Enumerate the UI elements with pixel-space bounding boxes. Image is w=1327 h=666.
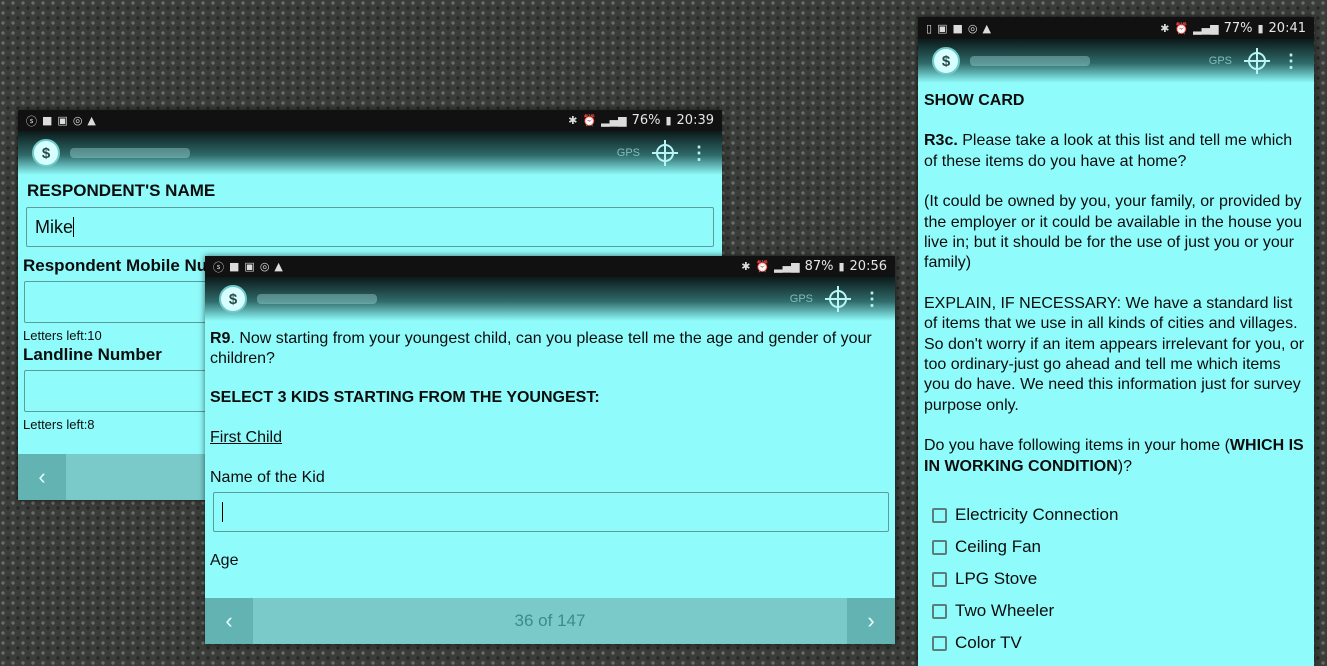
signal-icon: ▂▄▆	[774, 260, 800, 273]
app-bar: $ GPS ⋮	[205, 277, 895, 321]
items-checklist: Electricity Connection Ceiling Fan LPG S…	[932, 499, 1309, 659]
prompt-suffix: )?	[1117, 457, 1132, 475]
gps-crosshair-icon[interactable]	[825, 286, 851, 312]
status-bar: ⓢ ■ ▣ ◎ ▲ ✱ ⏰ ▂▄▆ 76% ▮ 20:39	[18, 110, 722, 131]
checkbox-icon[interactable]	[932, 507, 947, 523]
warning-icon: ▲	[87, 114, 96, 127]
question-text: R3c. Please take a look at this list and…	[924, 131, 1309, 172]
option-label: LPG Stove	[955, 568, 1038, 588]
respondent-name-input[interactable]: Mike	[26, 207, 714, 247]
clock: 20:39	[676, 113, 714, 128]
location-icon: ◎	[967, 21, 978, 35]
battery-icon: ▮	[665, 114, 672, 127]
overflow-menu-icon[interactable]: ⋮	[1282, 52, 1300, 70]
blurred-app-title	[70, 148, 190, 158]
prompt-prefix: Do you have following items in your home…	[924, 437, 1230, 455]
navigation-bar: ‹ 36 of 147 ›	[205, 598, 895, 644]
status-bar: ⓢ ■ ▣ ◎ ▲ ✱ ⏰ ▂▄▆ 87% ▮ 20:56	[205, 256, 895, 277]
bluetooth-icon: ✱	[568, 114, 578, 127]
kid-name-input[interactable]	[213, 492, 889, 532]
bluetooth-icon: ✱	[1160, 21, 1170, 35]
survey-screen-children: ⓢ ■ ▣ ◎ ▲ ✱ ⏰ ▂▄▆ 87% ▮ 20:56 $ GPS ⋮ R9…	[205, 256, 895, 644]
gps-label: GPS	[1208, 55, 1232, 67]
option-label: Electricity Connection	[955, 504, 1119, 524]
video-icon: ■	[952, 21, 963, 35]
app-bar: $ GPS ⋮	[918, 39, 1314, 83]
image-icon: ▣	[244, 260, 255, 273]
question-body: Please take a look at this list and tell…	[924, 132, 1293, 170]
gps-crosshair-icon[interactable]	[1244, 48, 1270, 74]
option-label: Ceiling Fan	[955, 536, 1041, 556]
checkbox-icon[interactable]	[932, 635, 947, 651]
skype-icon: ⓢ	[26, 114, 37, 128]
app-logo-icon: $	[219, 285, 247, 313]
blurred-app-title	[970, 56, 1090, 66]
age-label: Age	[210, 552, 239, 569]
app-logo-icon: $	[932, 47, 960, 75]
checklist-option[interactable]: Ceiling Fan	[932, 531, 1309, 563]
gps-label: GPS	[789, 293, 813, 305]
previous-button[interactable]: ‹	[18, 454, 66, 500]
question-id: R9	[210, 330, 231, 347]
video-icon: ■	[42, 114, 53, 127]
clock: 20:56	[849, 259, 887, 274]
app-bar: $ GPS ⋮	[18, 131, 722, 175]
show-card-heading: SHOW CARD	[924, 92, 1025, 109]
checkbox-icon[interactable]	[932, 539, 947, 555]
question-id: R3c.	[924, 132, 958, 150]
checklist-option[interactable]: LPG Stove	[932, 563, 1309, 595]
location-icon: ◎	[72, 114, 83, 127]
image-icon: ▣	[57, 114, 68, 127]
battery-percent: 76%	[631, 113, 661, 128]
skype-icon: ⓢ	[213, 260, 224, 274]
overflow-menu-icon[interactable]: ⋮	[863, 290, 881, 308]
warning-icon: ▲	[982, 21, 991, 35]
blurred-app-title	[257, 294, 377, 304]
section-title: First Child	[210, 429, 283, 446]
file-icon: ▯	[926, 21, 933, 35]
alarm-icon: ⏰	[582, 114, 597, 127]
next-button[interactable]: ›	[847, 598, 895, 644]
kid-name-label: Name of the Kid	[210, 469, 325, 486]
battery-icon: ▮	[1257, 21, 1264, 35]
previous-button[interactable]: ‹	[205, 598, 253, 644]
respondent-name-value: Mike	[35, 216, 74, 237]
battery-percent: 77%	[1223, 20, 1253, 36]
checklist-option[interactable]: Color TV	[932, 627, 1309, 659]
option-label: Two Wheeler	[955, 600, 1055, 620]
signal-icon: ▂▄▆	[601, 114, 627, 127]
checklist-option[interactable]: Electricity Connection	[932, 499, 1309, 531]
checklist-option[interactable]: Two Wheeler	[932, 595, 1309, 627]
option-label: Color TV	[955, 632, 1022, 652]
video-icon: ■	[229, 260, 240, 273]
checkbox-icon[interactable]	[932, 571, 947, 587]
text-cursor	[73, 217, 75, 237]
image-icon: ▣	[937, 21, 948, 35]
gps-label: GPS	[616, 147, 640, 159]
gps-crosshair-icon[interactable]	[652, 140, 678, 166]
clock: 20:41	[1268, 20, 1306, 36]
location-icon: ◎	[259, 260, 270, 273]
items-prompt: Do you have following items in your home…	[924, 436, 1309, 477]
battery-icon: ▮	[838, 260, 845, 273]
text-cursor	[222, 502, 223, 522]
instruction-text: SELECT 3 KIDS STARTING FROM THE YOUNGEST…	[210, 389, 600, 406]
explain-text: EXPLAIN, IF NECESSARY: We have a standar…	[924, 294, 1305, 414]
question-body: . Now starting from your youngest child,…	[210, 330, 872, 367]
alarm-icon: ⏰	[755, 260, 770, 273]
checkbox-icon[interactable]	[932, 603, 947, 619]
ownership-note: (It could be owned by you, your family, …	[924, 193, 1303, 272]
alarm-icon: ⏰	[1174, 21, 1189, 35]
survey-screen-show-card: ▯ ▣ ■ ◎ ▲ ✱ ⏰ ▂▄▆ 77% ▮ 20:41 $ GPS ⋮ SH…	[918, 17, 1314, 666]
status-bar: ▯ ▣ ■ ◎ ▲ ✱ ⏰ ▂▄▆ 77% ▮ 20:41	[918, 17, 1314, 39]
bluetooth-icon: ✱	[741, 260, 751, 273]
overflow-menu-icon[interactable]: ⋮	[690, 144, 708, 162]
question-text: R9. Now starting from your youngest chil…	[210, 329, 890, 369]
warning-icon: ▲	[274, 260, 283, 273]
battery-percent: 87%	[804, 259, 834, 274]
signal-icon: ▂▄▆	[1193, 21, 1219, 35]
app-logo-icon: $	[32, 139, 60, 167]
progress-indicator: 36 of 147	[514, 611, 586, 630]
respondent-name-label: RESPONDENT'S NAME	[27, 181, 216, 200]
